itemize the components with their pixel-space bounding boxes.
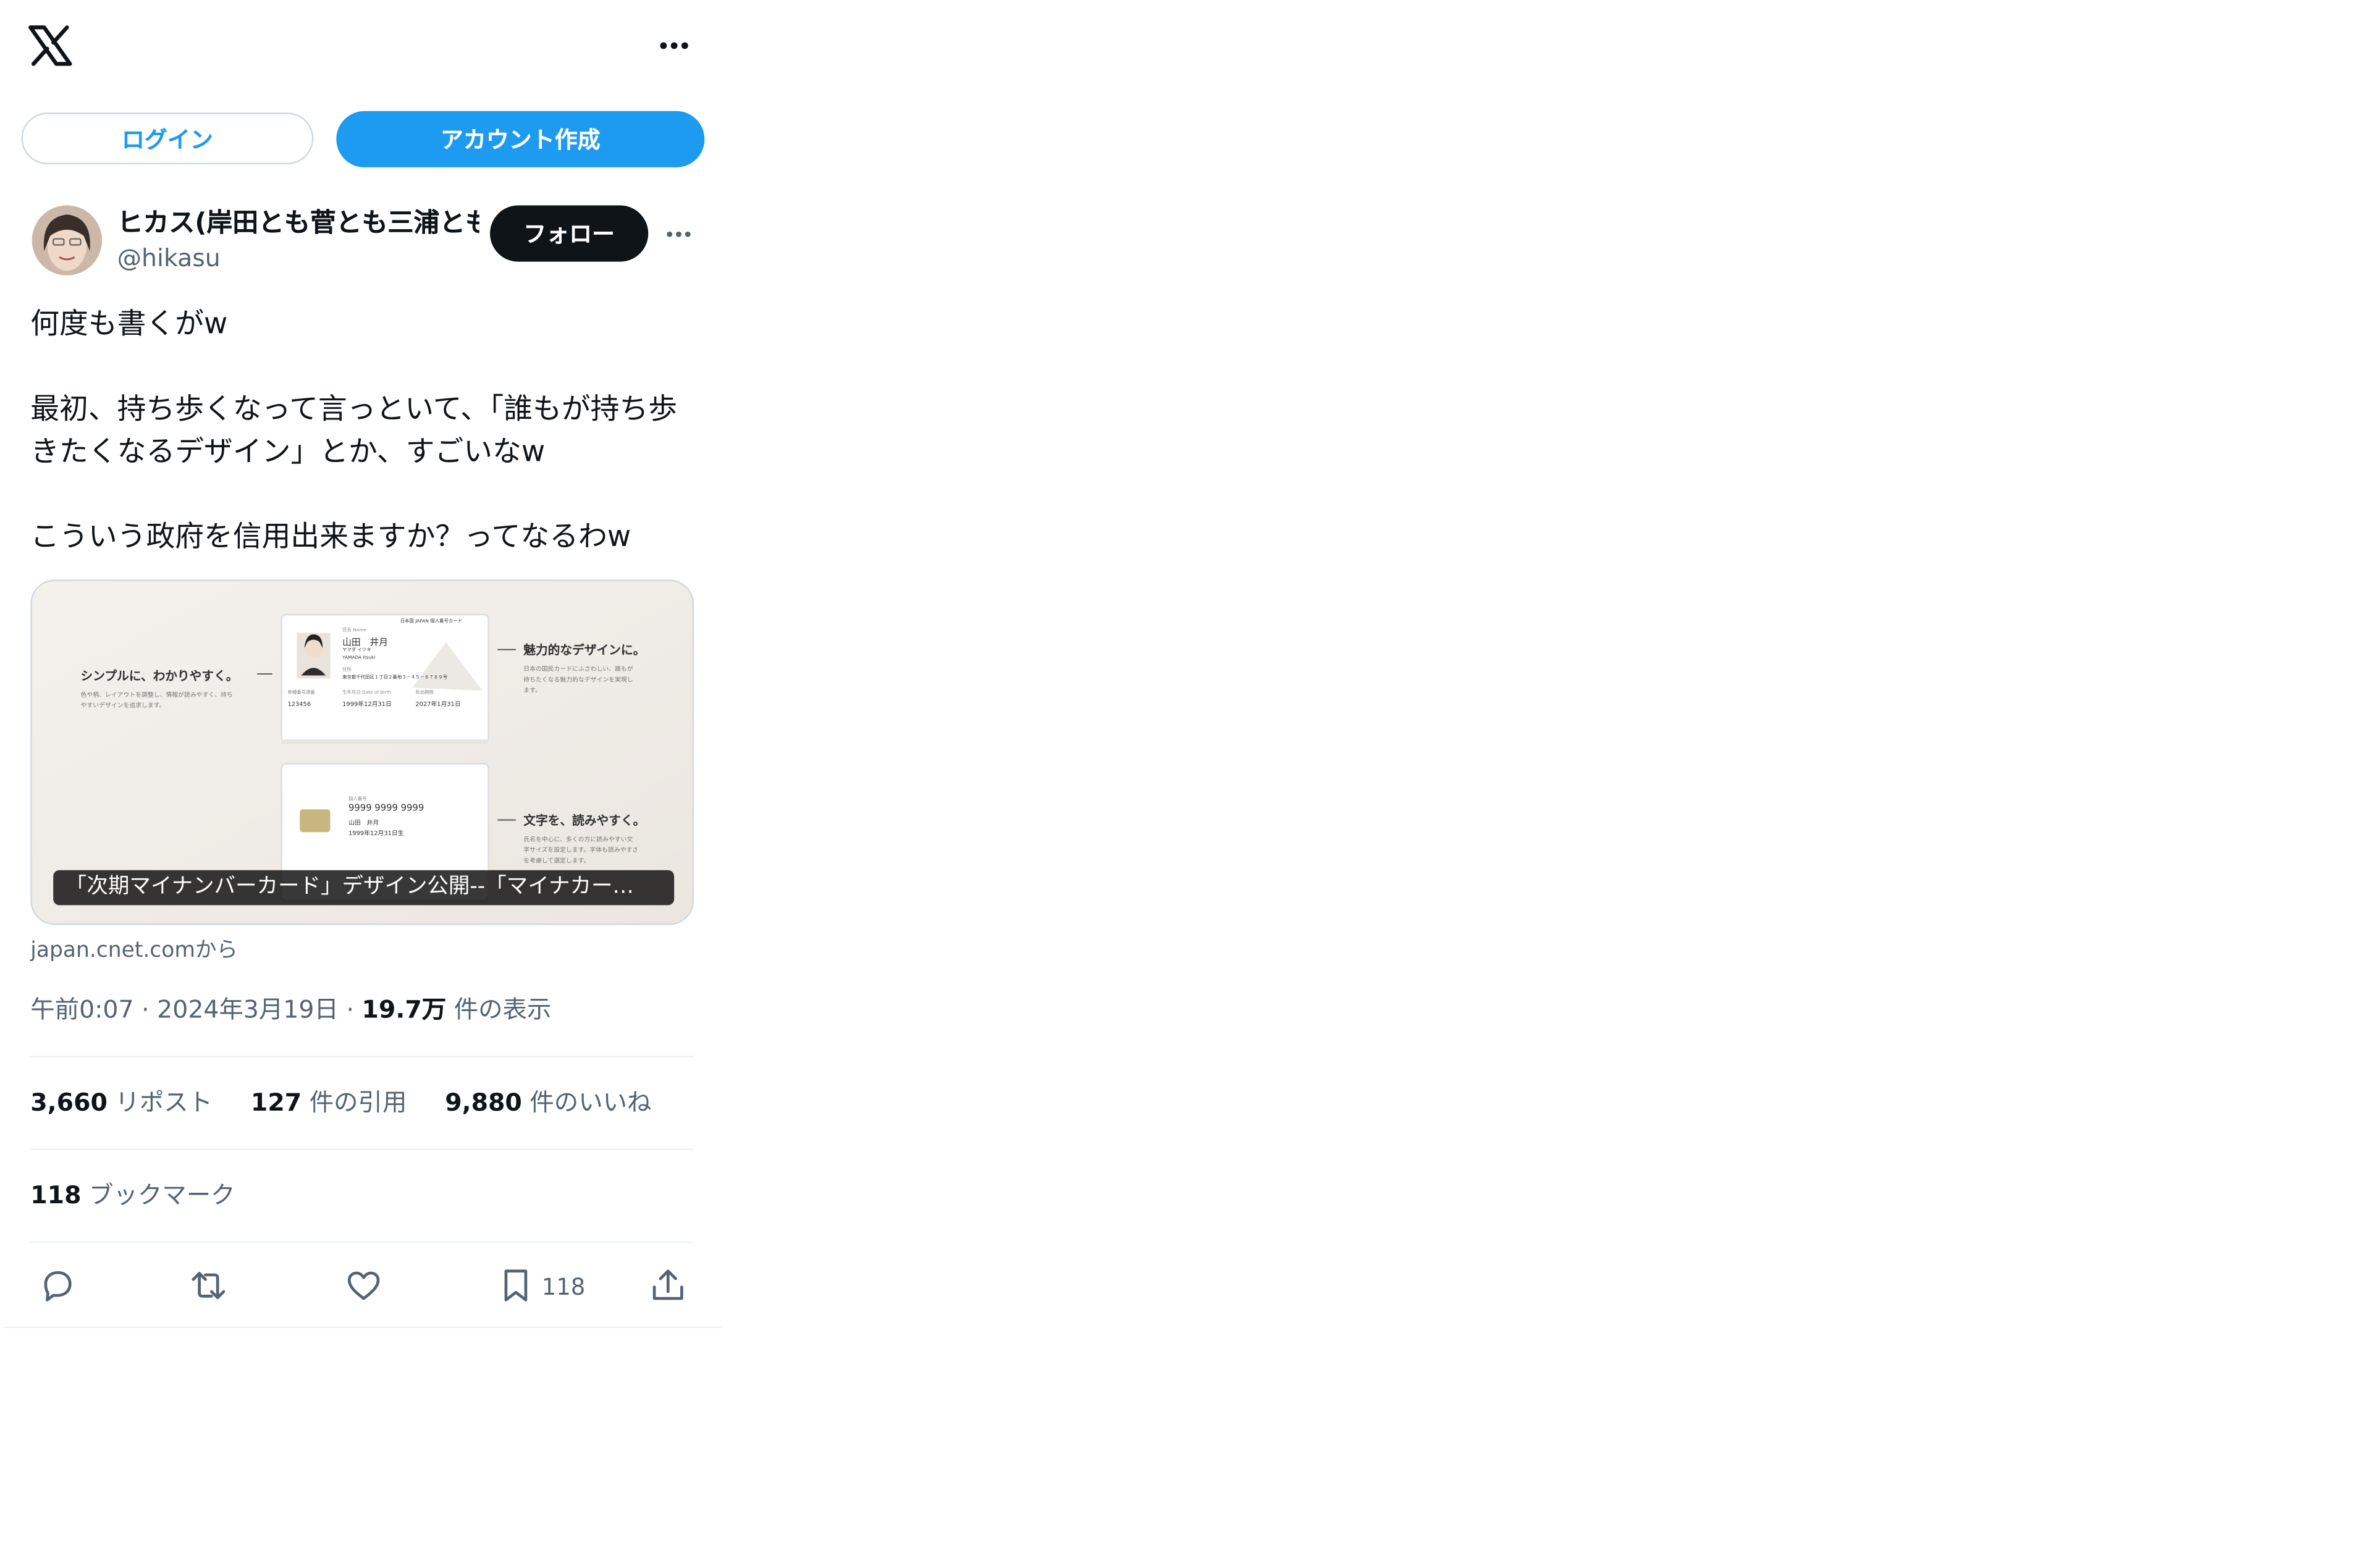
card-image-dob-label: 生年月日 Date of Birth bbox=[342, 689, 392, 696]
post-more-icon[interactable] bbox=[662, 221, 698, 248]
card-image-left-body-2: やすいデザインを追求します。 bbox=[80, 701, 166, 709]
card-image-expiry-label: 有効期限 bbox=[415, 689, 434, 696]
meta-separator: · bbox=[141, 994, 158, 1024]
tweet-text: 何度も書くがw 最初、持ち歩くなって言っといて、「誰もが持ち歩きたくなるデザイン… bbox=[30, 307, 678, 554]
card-source[interactable]: japan.cnet.comから bbox=[30, 936, 238, 966]
card-image-right-body-1: 日本の国民カードにふさわしい、誰もが bbox=[523, 665, 633, 673]
views-count: 19.7万 bbox=[361, 994, 447, 1024]
post-time[interactable]: 午前0:07 bbox=[30, 995, 133, 1024]
card-image-address-label: 住所 bbox=[342, 666, 352, 673]
reposts-label: リポスト bbox=[115, 1087, 213, 1117]
bookmarks-label: ブックマーク bbox=[89, 1180, 235, 1210]
like-icon[interactable] bbox=[342, 1264, 385, 1307]
x-logo-icon[interactable] bbox=[27, 24, 73, 67]
card-image-right-body-1c: ます。 bbox=[523, 686, 541, 694]
views-label: 件の表示 bbox=[454, 994, 552, 1024]
card-image-right-title-1: 魅力的なデザインに。 bbox=[523, 643, 646, 657]
card-image-id: 123456 bbox=[287, 699, 311, 708]
more-horizontal-icon[interactable] bbox=[654, 30, 694, 61]
quotes-stat[interactable]: 127 件の引用 bbox=[251, 1088, 407, 1117]
card-image-right-title-2: 文字を、読みやすく。 bbox=[523, 814, 646, 828]
card-image-right-body-2c: を考慮して選定します。 bbox=[523, 856, 590, 864]
likes-label: 件のいいね bbox=[530, 1087, 652, 1117]
card-image-back-dob: 1999年12月31日生 bbox=[348, 829, 404, 837]
divider bbox=[30, 1056, 694, 1057]
likes-stat[interactable]: 9,880 件のいいね bbox=[445, 1088, 651, 1117]
post-stats: 3,660 リポスト 127 件の引用 9,880 件のいいね bbox=[30, 1085, 682, 1121]
card-image-expiry: 2027年1月31日 bbox=[415, 699, 461, 708]
login-button[interactable]: ログイン bbox=[21, 112, 314, 164]
card-image-dob: 1999年12月31日 bbox=[342, 699, 392, 708]
reposts-count: 3,660 bbox=[30, 1087, 108, 1117]
bookmarks-stat[interactable]: 118 ブックマーク bbox=[30, 1177, 235, 1214]
reposts-stat[interactable]: 3,660 リポスト bbox=[30, 1088, 213, 1117]
follow-button[interactable]: フォロー bbox=[490, 205, 649, 262]
meta-separator: · bbox=[346, 994, 362, 1024]
card-image-back-number-label: 個人番号 bbox=[348, 796, 367, 802]
likes-count: 9,880 bbox=[445, 1087, 522, 1117]
post-date[interactable]: 2024年3月19日 bbox=[157, 995, 339, 1024]
divider bbox=[30, 1148, 694, 1150]
card-image-right-body-1b: 持ちたくなる魅力的なデザインを実現し bbox=[523, 675, 633, 683]
card-image-address: 東京都千代田区１丁目２番地３－４５－６７８９号 bbox=[342, 674, 448, 680]
quotes-count: 127 bbox=[250, 1087, 302, 1117]
post-meta: 午前0:07 · 2024年3月19日 · 19.7万 件の表示 bbox=[30, 992, 551, 1028]
card-image-id-label: 券種番号通番 bbox=[287, 689, 315, 696]
divider bbox=[2, 1326, 722, 1329]
quotes-label: 件の引用 bbox=[309, 1087, 407, 1117]
divider bbox=[30, 1241, 694, 1243]
card-image-romaji: YAMADA Itsuki bbox=[342, 654, 376, 660]
bookmarks-count: 118 bbox=[30, 1180, 82, 1210]
share-icon[interactable] bbox=[647, 1264, 690, 1307]
app-root: ログイン アカウント作成 ヒカス(岸田とも菅とも三浦とも @hikasu フォロ… bbox=[0, 0, 2380, 1564]
card-image-name-label: 氏名 Name bbox=[342, 626, 367, 633]
card-image-left-title: シンプルに、わかりやすく。 bbox=[80, 669, 238, 683]
card-image-left-body: 色や柄、レイアウトを調整し、情報が読みやすく、持ち bbox=[80, 691, 233, 699]
avatar[interactable] bbox=[32, 205, 103, 275]
card-caption[interactable]: 「次期マイナンバーカード」デザイン公開--「マイナカー… bbox=[53, 870, 675, 906]
card-image-right-body-2b: 字サイズを設定します。字体も読みやすさ bbox=[523, 846, 639, 854]
reply-icon[interactable] bbox=[36, 1264, 79, 1307]
card-image-back-number: 9999 9999 9999 bbox=[348, 803, 424, 814]
card-image-kana: ヤマダ イツキ bbox=[342, 646, 371, 653]
card-image-right-body-2: 氏名を中心に、多くの方に読みやすい文 bbox=[523, 835, 633, 843]
card-image-card-header: 日本国 JAPAN 個人番号カード bbox=[400, 617, 463, 624]
repost-icon[interactable] bbox=[187, 1264, 230, 1307]
bookmark-action-count: 118 bbox=[541, 1273, 586, 1301]
link-card[interactable]: シンプルに、わかりやすく。 色や柄、レイアウトを調整し、情報が読みやすく、持ち … bbox=[30, 579, 694, 925]
create-account-button[interactable]: アカウント作成 bbox=[336, 111, 705, 167]
bookmark-icon[interactable] bbox=[494, 1264, 537, 1307]
author-display-name[interactable]: ヒカス(岸田とも菅とも三浦とも bbox=[117, 207, 479, 240]
author-handle[interactable]: @hikasu bbox=[117, 243, 221, 274]
card-image-back-name: 山田 井月 bbox=[348, 818, 379, 826]
